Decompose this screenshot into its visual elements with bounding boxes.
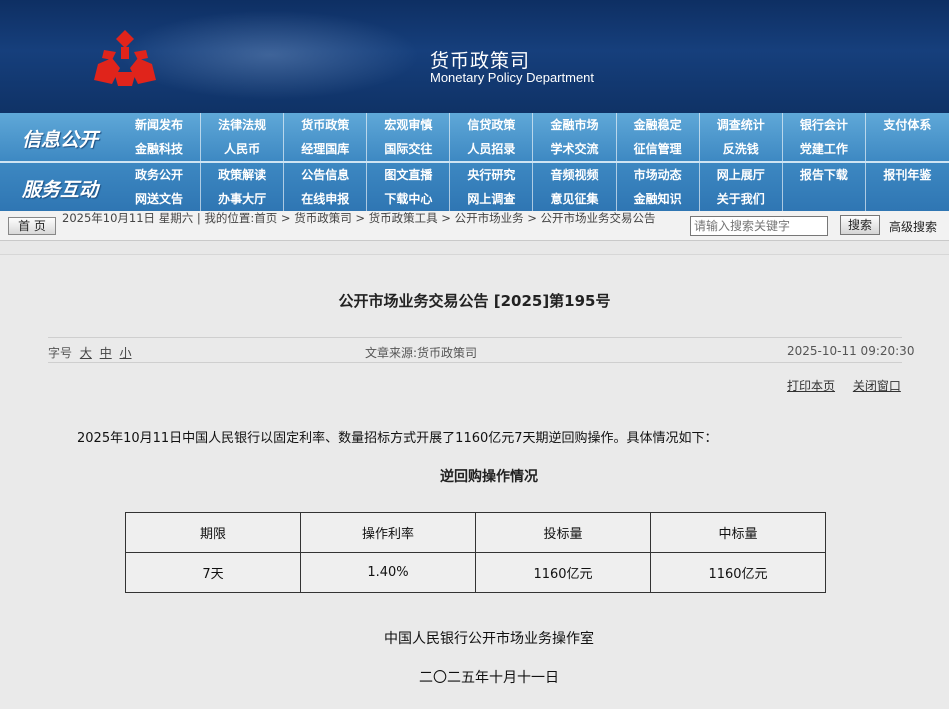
nav-item-empty xyxy=(866,187,949,211)
main-navigation: 信息公开 服务互动 新闻发布 法律法规 货币政策 宏观审慎 信贷政策 金融市场 … xyxy=(0,113,949,211)
nav-item[interactable]: 意见征集 xyxy=(533,187,617,211)
nav-item[interactable]: 金融知识 xyxy=(617,187,700,211)
font-size-controls: 字号 大 中 小 xyxy=(48,344,132,361)
table-header-cell: 期限 xyxy=(125,512,301,553)
nav-group-info: 新闻发布 法律法规 货币政策 宏观审慎 信贷政策 金融市场 金融稳定 调查统计 … xyxy=(118,113,949,161)
article-content: 公开市场业务交易公告 [2025]第195号 字号 大 中 小 文章来源:货币政… xyxy=(0,254,949,709)
table-header-row: 期限 操作利率 投标量 中标量 xyxy=(125,512,826,553)
article-datetime: 2025-10-11 09:20:30 xyxy=(787,344,915,358)
nav-item[interactable]: 音频视频 xyxy=(533,163,617,187)
pboc-logo-icon xyxy=(94,30,156,86)
nav-item[interactable]: 国际交往 xyxy=(367,137,451,161)
table-header-cell: 中标量 xyxy=(650,512,826,553)
nav-group-service: 政务公开 政策解读 公告信息 图文直播 央行研究 音频视频 市场动态 网上展厅 … xyxy=(118,163,949,211)
signature-date: 二〇二五年十月十一日 xyxy=(419,670,559,686)
nav-item[interactable]: 支付体系 xyxy=(866,113,949,137)
table-title: 逆回购操作情况 xyxy=(440,469,538,485)
nav-item[interactable]: 报刊年鉴 xyxy=(866,163,949,187)
font-size-label: 字号 xyxy=(48,346,73,360)
nav-section-info-title: 信息公开 xyxy=(21,129,98,151)
print-page-link[interactable]: 打印本页 xyxy=(787,379,835,393)
home-button[interactable]: 首 页 xyxy=(8,217,56,235)
table-cell: 1.40% xyxy=(300,552,476,593)
nav-item[interactable]: 宏观审慎 xyxy=(367,113,451,137)
nav-item[interactable]: 反洗钱 xyxy=(700,137,783,161)
nav-item[interactable]: 人员招录 xyxy=(450,137,534,161)
operations-table: 期限 操作利率 投标量 中标量 7天 1.40% 1160亿元 1160亿元 xyxy=(125,512,826,593)
nav-item[interactable]: 调查统计 xyxy=(700,113,783,137)
table-row: 7天 1.40% 1160亿元 1160亿元 xyxy=(125,552,826,593)
close-window-link[interactable]: 关闭窗口 xyxy=(853,379,901,393)
table-cell: 1160亿元 xyxy=(650,552,826,593)
breadcrumb: 2025年10月11日 星期六 | 我的位置:首页 > 货币政策司 > 货币政策… xyxy=(62,211,656,225)
nav-item[interactable]: 办事大厅 xyxy=(201,187,285,211)
search-input[interactable] xyxy=(690,216,828,236)
nav-item[interactable]: 关于我们 xyxy=(700,187,783,211)
nav-item[interactable]: 在线申报 xyxy=(284,187,368,211)
divider xyxy=(48,362,902,363)
advanced-search-link[interactable]: 高级搜索 xyxy=(889,218,937,235)
header-decoration xyxy=(120,10,420,100)
nav-item[interactable]: 央行研究 xyxy=(450,163,534,187)
nav-item[interactable]: 网上调查 xyxy=(450,187,534,211)
nav-item[interactable]: 金融稳定 xyxy=(617,113,700,137)
font-size-medium-link[interactable]: 中 xyxy=(100,346,112,360)
site-header: 货币政策司 Monetary Policy Department xyxy=(0,0,949,113)
nav-item[interactable]: 人民币 xyxy=(201,137,285,161)
department-title-cn: 货币政策司 xyxy=(430,50,531,72)
nav-item-empty xyxy=(866,137,949,161)
search-button[interactable]: 搜索 xyxy=(840,215,880,235)
nav-item[interactable]: 银行会计 xyxy=(783,113,866,137)
signature: 中国人民银行公开市场业务操作室 xyxy=(384,631,594,647)
article-lead: 2025年10月11日中国人民银行以固定利率、数量招标方式开展了1160亿元7天… xyxy=(77,431,718,446)
nav-item[interactable]: 金融市场 xyxy=(533,113,617,137)
nav-item[interactable]: 报告下载 xyxy=(783,163,866,187)
nav-item[interactable]: 网送文告 xyxy=(118,187,202,211)
nav-item[interactable]: 党建工作 xyxy=(783,137,866,161)
nav-item-empty xyxy=(783,187,866,211)
breadcrumb-bar: 首 页 2025年10月11日 星期六 | 我的位置:首页 > 货币政策司 > … xyxy=(0,211,949,241)
nav-item[interactable]: 学术交流 xyxy=(533,137,617,161)
nav-item[interactable]: 图文直播 xyxy=(367,163,451,187)
table-cell: 1160亿元 xyxy=(475,552,651,593)
article-title: 公开市场业务交易公告 [2025]第195号 xyxy=(338,292,611,310)
table-header-cell: 投标量 xyxy=(475,512,651,553)
nav-item[interactable]: 政策解读 xyxy=(201,163,285,187)
page-actions: 打印本页 关闭窗口 xyxy=(787,377,915,394)
nav-item[interactable]: 下载中心 xyxy=(367,187,451,211)
nav-section-service-title: 服务互动 xyxy=(21,179,98,201)
nav-item[interactable]: 网上展厅 xyxy=(700,163,783,187)
nav-item[interactable]: 市场动态 xyxy=(617,163,700,187)
article-source: 文章来源:货币政策司 xyxy=(365,346,478,360)
department-title-en: Monetary Policy Department xyxy=(430,70,595,85)
table-header-cell: 操作利率 xyxy=(300,512,476,553)
nav-item[interactable]: 征信管理 xyxy=(617,137,700,161)
nav-item[interactable]: 公告信息 xyxy=(284,163,368,187)
nav-item[interactable]: 信贷政策 xyxy=(450,113,534,137)
font-size-small-link[interactable]: 小 xyxy=(120,346,132,360)
nav-item[interactable]: 政务公开 xyxy=(118,163,202,187)
nav-item[interactable]: 经理国库 xyxy=(284,137,368,161)
nav-item[interactable]: 新闻发布 xyxy=(118,113,202,137)
nav-item[interactable]: 法律法规 xyxy=(201,113,285,137)
divider xyxy=(48,337,902,338)
nav-item[interactable]: 金融科技 xyxy=(118,137,202,161)
table-cell: 7天 xyxy=(125,552,301,593)
nav-item[interactable]: 货币政策 xyxy=(284,113,368,137)
font-size-large-link[interactable]: 大 xyxy=(80,346,92,360)
